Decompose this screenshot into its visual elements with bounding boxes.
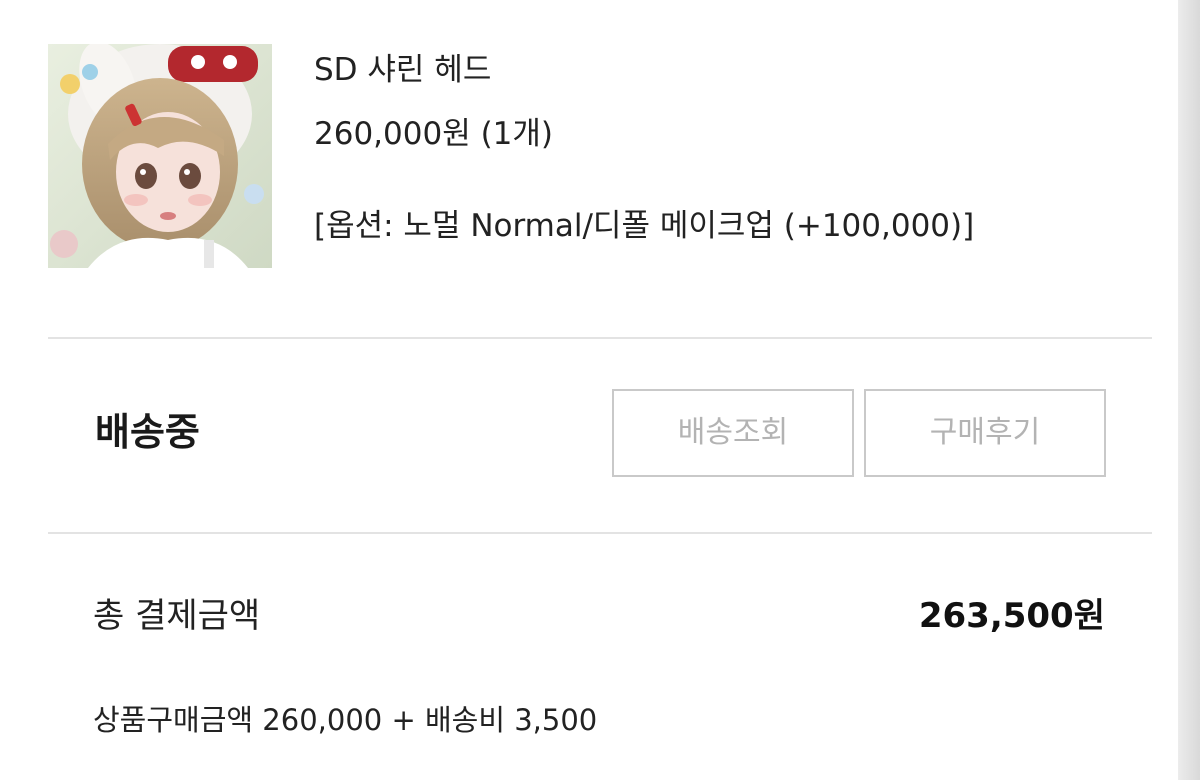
section-divider <box>48 532 1152 534</box>
product-thumbnail[interactable] <box>48 44 272 268</box>
total-payment-label: 총 결제금액 <box>93 596 261 636</box>
write-review-button[interactable]: 구매후기 <box>864 389 1106 477</box>
product-price-quantity: 260,000원 (1개) <box>314 116 553 152</box>
delivery-status: 배송중 <box>95 410 200 454</box>
order-detail-page: SD 샤린 헤드 260,000원 (1개) [옵션: 노멀 Normal/디폴… <box>0 0 1200 780</box>
doll-photo-image <box>48 44 272 268</box>
product-name[interactable]: SD 샤린 헤드 <box>314 50 491 90</box>
screen-edge <box>1178 0 1200 780</box>
product-option: [옵션: 노멀 Normal/디폴 메이크업 (+100,000)] <box>314 208 975 244</box>
total-payment-amount: 263,500원 <box>918 596 1105 636</box>
payment-breakdown: 상품구매금액 260,000 + 배송비 3,500 <box>93 703 598 737</box>
section-divider <box>48 337 1152 339</box>
track-delivery-button[interactable]: 배송조회 <box>612 389 854 477</box>
